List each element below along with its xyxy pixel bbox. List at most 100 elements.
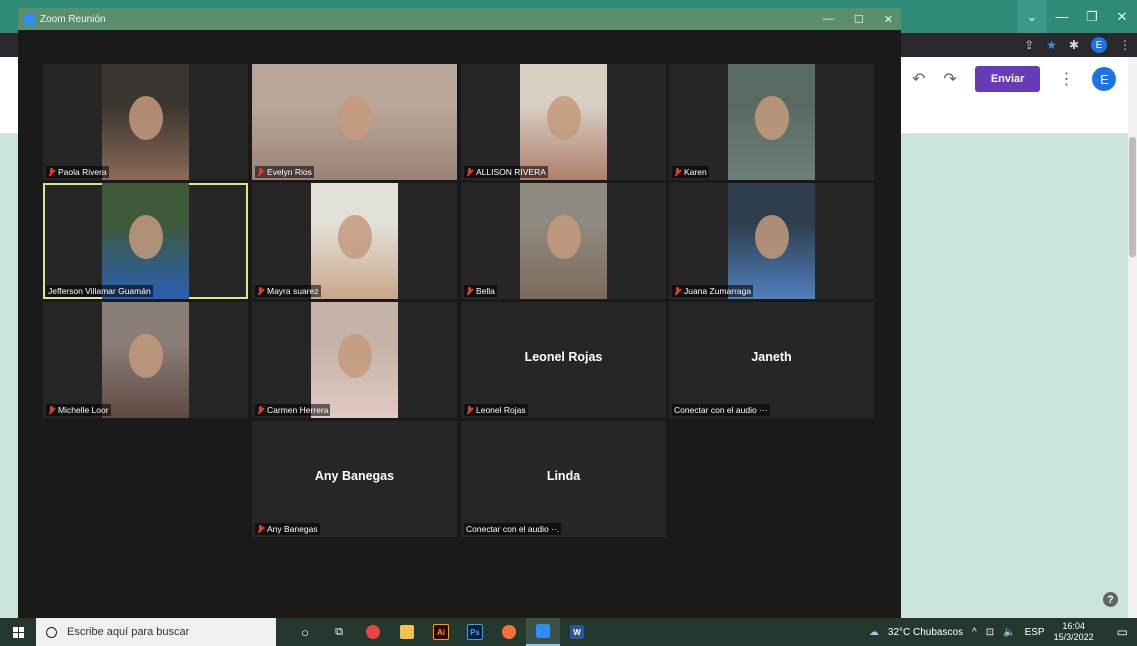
participant-label-text: Any Banegas: [267, 524, 318, 534]
participant-tile[interactable]: Bella: [461, 183, 666, 299]
participant-tile[interactable]: Jefferson Villamar Guamán: [43, 183, 248, 299]
task-view-button[interactable]: ⧉: [322, 618, 356, 646]
search-placeholder: Escribe aquí para buscar: [67, 626, 190, 638]
browser-menu-icon[interactable]: ⋮: [1119, 38, 1131, 52]
participant-face: [337, 96, 372, 141]
zoom-close-button[interactable]: ✕: [884, 13, 893, 26]
clock[interactable]: 16:04 15/3/2022: [1054, 621, 1103, 643]
muted-mic-icon: [466, 405, 473, 415]
help-icon[interactable]: ?: [1103, 592, 1118, 607]
taskbar-search[interactable]: Escribe aquí para buscar: [36, 618, 276, 646]
chrome-taskbar[interactable]: [356, 618, 390, 646]
muted-mic-icon: [466, 286, 473, 296]
zoom-window-title: Zoom Reunión: [40, 13, 106, 25]
zoom-maximize-button[interactable]: ☐: [854, 13, 864, 26]
participant-label: Jefferson Villamar Guamán: [46, 285, 153, 297]
participant-label: Michelle Loor: [46, 404, 111, 416]
start-button[interactable]: [0, 618, 36, 646]
participant-label: ALLISON RIVERA: [464, 166, 548, 178]
muted-mic-icon: [48, 167, 55, 177]
participant-label: Evelyn Rios: [255, 166, 314, 178]
windows-logo-icon: [12, 626, 24, 638]
firefox-taskbar[interactable]: [492, 618, 526, 646]
participant-tile[interactable]: Evelyn Rios: [252, 64, 457, 180]
participant-label-text: Paola Rivera: [58, 167, 107, 177]
participant-tile[interactable]: ALLISON RIVERA: [461, 64, 666, 180]
zoom-minimize-button[interactable]: —: [823, 13, 834, 25]
participant-video: [728, 183, 815, 299]
clock-time: 16:04: [1062, 621, 1085, 631]
minimize-button[interactable]: —: [1047, 0, 1077, 33]
weather-icon: ☁: [868, 626, 879, 638]
participant-tile[interactable]: Janeth Conectar con el audio ···: [669, 302, 874, 418]
language-indicator[interactable]: ESP: [1025, 627, 1045, 638]
participant-video: [311, 302, 398, 418]
task-view-icon: ⧉: [335, 625, 343, 638]
participant-label: Juana Zumarraga: [672, 285, 754, 297]
participant-name-display: Linda: [546, 469, 581, 483]
account-avatar[interactable]: E: [1092, 67, 1117, 91]
participant-tile[interactable]: Linda Conectar con el audio ··.: [461, 421, 666, 537]
scrollbar-thumb[interactable]: [1129, 137, 1136, 257]
participant-name-display: Leonel Rojas: [524, 350, 603, 364]
cortana-button[interactable]: ○: [288, 618, 322, 646]
participant-tile[interactable]: Karen: [669, 64, 874, 180]
zoom-taskbar[interactable]: [526, 618, 560, 646]
zoom-titlebar: Zoom Reunión — ☐ ✕: [18, 8, 901, 30]
send-button[interactable]: Enviar: [974, 66, 1041, 92]
word-icon: W: [570, 625, 584, 639]
word-taskbar[interactable]: W: [560, 618, 594, 646]
participant-tile[interactable]: Carmen Herrera: [252, 302, 457, 418]
close-button[interactable]: ✕: [1107, 0, 1137, 33]
muted-mic-icon: [48, 405, 55, 415]
more-options-icon[interactable]: ⋮: [1058, 69, 1074, 89]
participant-video: [311, 183, 398, 299]
zoom-icon: [536, 624, 550, 638]
share-icon[interactable]: ⇪: [1024, 38, 1034, 52]
participant-label: Carmen Herrera: [255, 404, 331, 416]
file-explorer-taskbar[interactable]: [390, 618, 424, 646]
volume-icon[interactable]: 🔈: [1003, 627, 1015, 638]
bookmark-star-icon[interactable]: ★: [1046, 38, 1057, 52]
muted-mic-icon: [674, 286, 681, 296]
restore-button[interactable]: ❐: [1077, 0, 1107, 33]
taskbar-apps: ○ ⧉ Ai Ps W: [288, 618, 594, 646]
firefox-icon: [502, 625, 516, 639]
profile-avatar[interactable]: E: [1091, 37, 1107, 53]
participant-name-display: Any Banegas: [314, 469, 395, 483]
notifications-icon[interactable]: ▭: [1117, 625, 1128, 639]
chevron-down-icon[interactable]: ⌄: [1017, 0, 1047, 33]
redo-icon[interactable]: ↷: [943, 69, 956, 89]
participant-label: Karen: [672, 166, 709, 178]
participant-label: Bella: [464, 285, 497, 297]
weather-text[interactable]: 32°C Chubascos: [888, 627, 963, 638]
forms-actions: ↶ ↷ Enviar ⋮ E: [912, 64, 1117, 94]
zoom-app-icon: [24, 13, 35, 25]
muted-mic-icon: [257, 405, 264, 415]
participant-label-text: Jefferson Villamar Guamán: [48, 286, 151, 296]
photoshop-icon: Ps: [467, 624, 483, 640]
muted-mic-icon: [257, 167, 264, 177]
participant-label: Conectar con el audio ··.: [464, 523, 562, 535]
muted-mic-icon: [257, 286, 264, 296]
participant-label: Leonel Rojas: [464, 404, 528, 416]
muted-mic-icon: [466, 167, 473, 177]
participant-face: [337, 215, 372, 260]
photoshop-taskbar[interactable]: Ps: [458, 618, 492, 646]
participant-face: [754, 96, 789, 141]
search-icon: [46, 626, 57, 638]
network-icon[interactable]: ⊡: [986, 627, 994, 638]
undo-icon[interactable]: ↶: [912, 69, 925, 89]
page-scrollbar[interactable]: [1128, 57, 1137, 618]
participant-tile[interactable]: Mayra suarez: [252, 183, 457, 299]
chevron-up-icon[interactable]: ^: [972, 627, 977, 638]
illustrator-taskbar[interactable]: Ai: [424, 618, 458, 646]
participant-face: [128, 96, 163, 141]
participant-tile[interactable]: Juana Zumarraga: [669, 183, 874, 299]
participant-label: Any Banegas: [255, 523, 320, 535]
participant-tile[interactable]: Michelle Loor: [43, 302, 248, 418]
participant-tile[interactable]: Any Banegas Any Banegas: [252, 421, 457, 537]
participant-tile[interactable]: Leonel Rojas Leonel Rojas: [461, 302, 666, 418]
extensions-icon[interactable]: ✱: [1069, 38, 1079, 52]
participant-tile[interactable]: Paola Rivera: [43, 64, 248, 180]
